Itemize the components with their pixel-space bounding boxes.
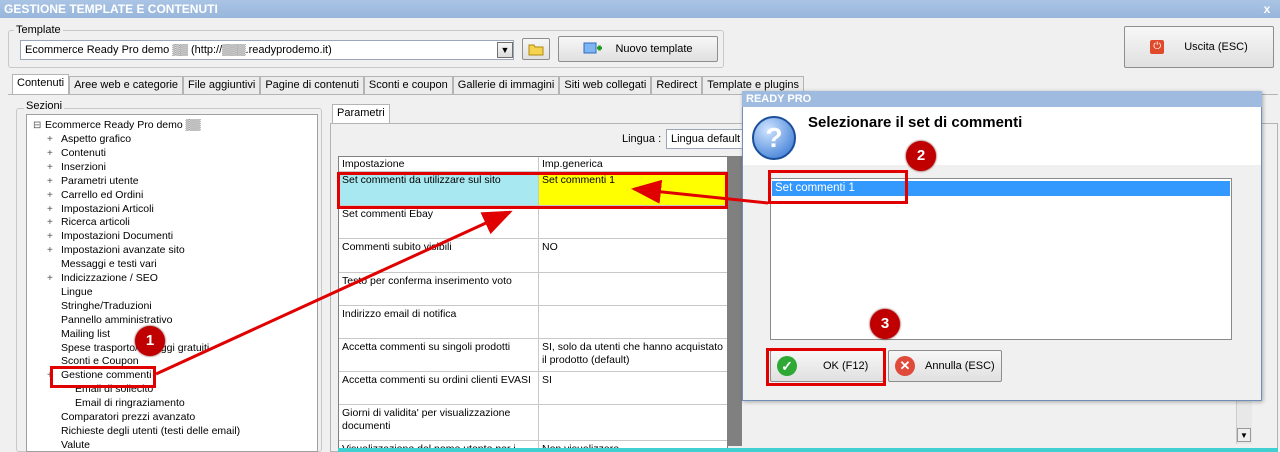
step-badge-3: 3 — [870, 309, 900, 339]
step-badge-1: 1 — [135, 326, 165, 356]
arrow-list-to-row — [631, 179, 769, 205]
annotation-arrows — [155, 179, 769, 376]
step-badge-2: 2 — [906, 141, 936, 171]
arrow-tree-to-row — [155, 210, 513, 376]
